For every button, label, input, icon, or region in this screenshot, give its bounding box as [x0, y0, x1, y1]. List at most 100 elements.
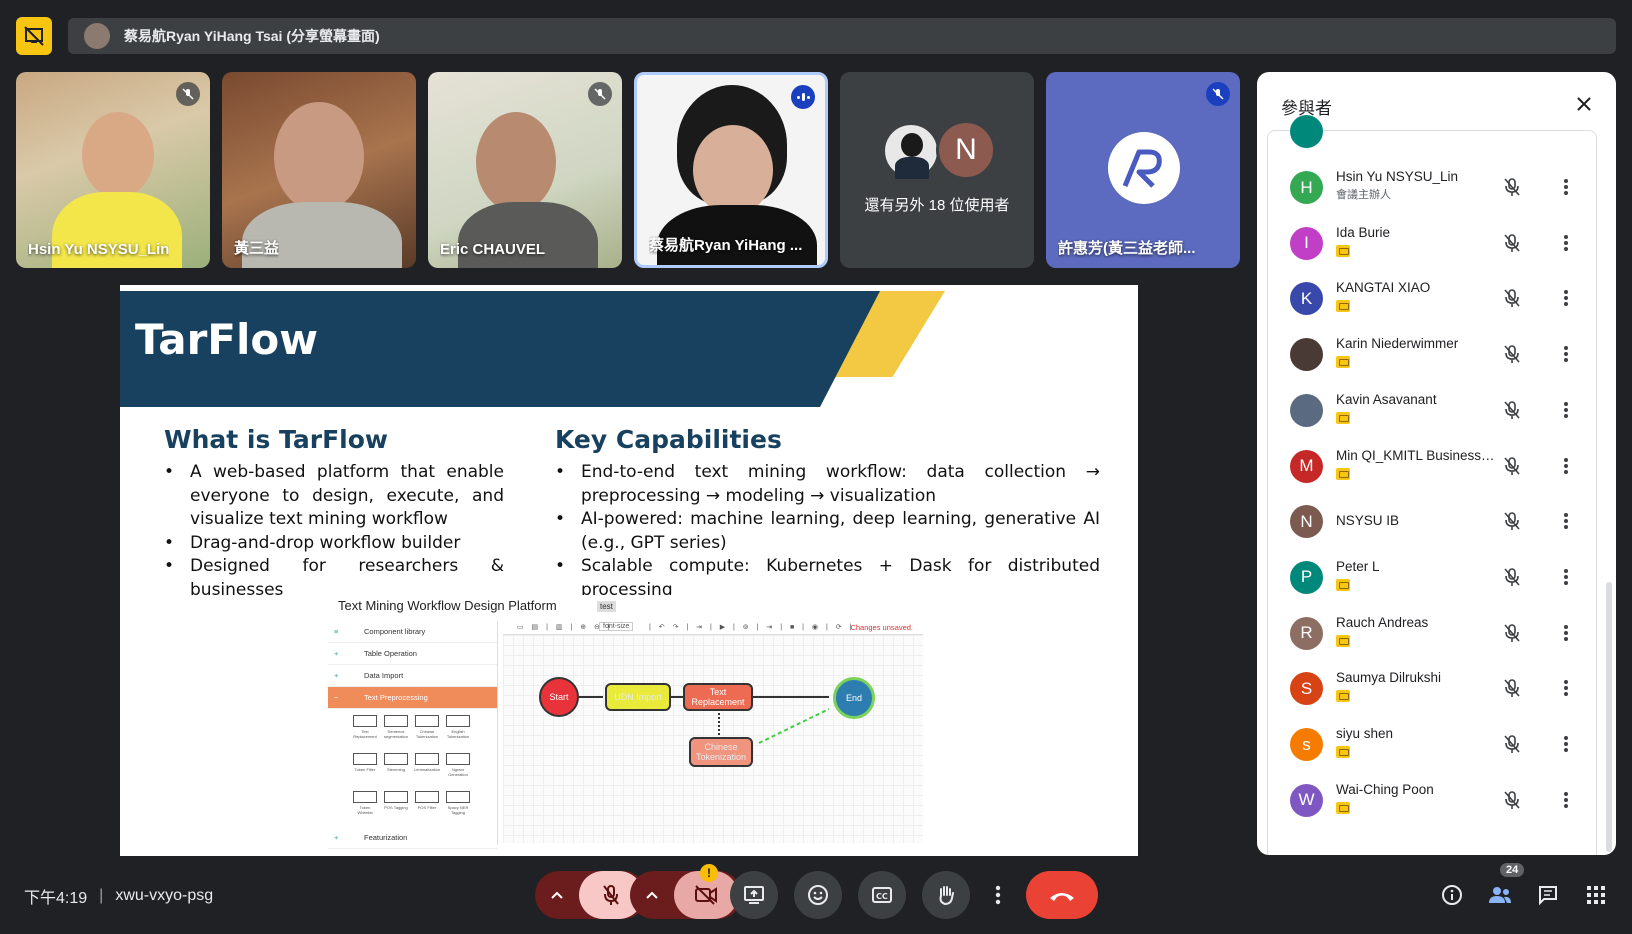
- participant-video: [274, 102, 364, 212]
- mockup-component: Chinese Tokenization: [414, 715, 440, 739]
- more-options-icon[interactable]: [1554, 621, 1578, 645]
- avatar: P: [1290, 560, 1323, 594]
- shared-screen-slide: TarFlow What is TarFlow A web-based plat…: [120, 285, 1138, 856]
- mockup-component: Token Filter: [352, 753, 378, 772]
- bullet-item: Drag-and-drop workflow builder: [164, 532, 504, 556]
- presenting-badge-icon: [1336, 356, 1350, 369]
- more-options-icon[interactable]: [1554, 175, 1578, 199]
- more-options-icon[interactable]: [1554, 342, 1578, 366]
- participant-video: [476, 112, 556, 212]
- participant-count-badge: 24: [1500, 863, 1525, 877]
- video-tile-others[interactable]: N 還有另外 18 位使用者: [840, 72, 1034, 268]
- raise-hand-button[interactable]: [922, 871, 970, 919]
- more-options-icon[interactable]: [1554, 565, 1578, 589]
- chevron-up-icon[interactable]: [630, 891, 674, 899]
- participant-avatar-letter: N: [936, 120, 996, 180]
- more-options-icon[interactable]: [1554, 454, 1578, 478]
- mockup-unsaved: Changes unsaved.: [850, 623, 913, 632]
- mockup-component: English Tokenization: [445, 715, 471, 739]
- mic-off-icon[interactable]: [1500, 565, 1524, 589]
- hang-up-button[interactable]: [1026, 871, 1098, 919]
- mockup-component-grid: Text Replacement Sentence segmentation Chi…: [328, 709, 497, 827]
- list-item[interactable]: P Peter L: [1268, 549, 1598, 605]
- list-item[interactable]: I Ida Burie: [1268, 215, 1598, 271]
- video-tile-hsin-yu[interactable]: Hsin Yu NSYSU_Lin: [16, 72, 210, 268]
- meeting-info: 下午4:19 | xwu-vxyo-psg: [24, 884, 213, 908]
- mic-off-icon[interactable]: [1500, 286, 1524, 310]
- mockup-sidebar-item: − Text Preprocessing: [328, 687, 497, 709]
- mockup-component: Lemmatization: [414, 753, 440, 772]
- more-options-icon[interactable]: [1554, 286, 1578, 310]
- mic-off-icon[interactable]: [1500, 231, 1524, 255]
- mockup-sidebar-item: + Table Operation: [328, 643, 497, 665]
- participant-role: 會議主辦人: [1336, 189, 1391, 201]
- video-tile-huang[interactable]: 黃三益: [222, 72, 416, 268]
- mic-off-icon[interactable]: [1500, 732, 1524, 756]
- list-item[interactable]: M Min QI_KMITL Business ...: [1268, 438, 1598, 494]
- present-screen-button[interactable]: [730, 871, 778, 919]
- participants-panel: 參與者 H Hsin Yu NSYSU_Lin 會議主辦人 I Ida Burie K KA…: [1257, 72, 1616, 855]
- participant-name: Karin Niederwimmer: [1336, 336, 1459, 352]
- people-icon[interactable]: [1485, 880, 1515, 910]
- camera-control: [630, 871, 742, 919]
- mic-off-icon[interactable]: [1500, 788, 1524, 812]
- mic-off-icon[interactable]: [1500, 342, 1524, 366]
- mic-off-icon[interactable]: [1500, 454, 1524, 478]
- list-item[interactable]: Karin Niederwimmer: [1268, 326, 1598, 382]
- list-item[interactable]: R Rauch Andreas: [1268, 605, 1598, 661]
- svg-text:CC: CC: [876, 892, 888, 901]
- participant-list[interactable]: H Hsin Yu NSYSU_Lin 會議主辦人 I Ida Burie K KANGTA…: [1267, 115, 1598, 855]
- captions-button[interactable]: CC: [858, 871, 906, 919]
- mockup-canvas: Start UDN Import Text Replacement End Ch…: [503, 635, 923, 843]
- video-tile-hsu[interactable]: 許惠芳(黃三益老師...: [1046, 72, 1240, 268]
- more-options-icon[interactable]: [1554, 788, 1578, 812]
- warning-badge: !: [700, 864, 718, 882]
- activities-grid-icon[interactable]: [1581, 880, 1611, 910]
- chevron-up-icon[interactable]: [535, 891, 579, 899]
- participant-name: NSYSU IB: [1336, 513, 1400, 529]
- info-icon[interactable]: [1437, 880, 1467, 910]
- list-item[interactable]: [1268, 103, 1598, 159]
- more-options-icon[interactable]: [1554, 732, 1578, 756]
- list-item[interactable]: s siyu shen: [1268, 716, 1598, 772]
- participant-name: Wai-Ching Poon: [1336, 781, 1434, 797]
- list-item[interactable]: Kavin Asavanant: [1268, 382, 1598, 438]
- list-item[interactable]: N NSYSU IB: [1268, 493, 1598, 549]
- list-item[interactable]: W Wai-Ching Poon: [1268, 772, 1598, 828]
- presentation-off-icon[interactable]: [16, 17, 52, 55]
- list-item[interactable]: H Hsin Yu NSYSU_Lin 會議主辦人: [1268, 159, 1598, 215]
- mockup-sidebar-item: ≡ Component library: [328, 621, 497, 643]
- avatar: W: [1290, 783, 1323, 817]
- mic-off-icon[interactable]: [1500, 621, 1524, 645]
- list-item[interactable]: K KANGTAI XIAO: [1268, 270, 1598, 326]
- chat-icon[interactable]: [1533, 880, 1563, 910]
- participant-name: siyu shen: [1336, 726, 1394, 741]
- emoji-button[interactable]: [794, 871, 842, 919]
- mic-off-icon[interactable]: [1500, 175, 1524, 199]
- avatar: S: [1290, 672, 1323, 706]
- participant-video: [82, 112, 154, 198]
- top-bar: 蔡易航Ryan YiHang Tsai (分享螢幕畫面): [16, 16, 1616, 56]
- more-options-icon[interactable]: [1554, 398, 1578, 422]
- tile-name: Hsin Yu NSYSU_Lin: [28, 241, 170, 258]
- video-tile-eric[interactable]: Eric CHAUVEL: [428, 72, 622, 268]
- list-item[interactable]: S Saumya Dilrukshi: [1268, 660, 1598, 716]
- participant-name: Saumya Dilrukshi: [1336, 670, 1442, 686]
- participant-name: Hsin Yu NSYSU_Lin: [1336, 169, 1459, 184]
- more-options-icon[interactable]: [1554, 231, 1578, 255]
- participant-video: [693, 125, 773, 215]
- more-options-icon[interactable]: [1554, 509, 1578, 533]
- presenting-badge-icon: [1336, 244, 1350, 257]
- more-options-icon[interactable]: [978, 871, 1018, 919]
- avatar: [1290, 115, 1323, 148]
- avatar: I: [1290, 226, 1323, 260]
- tile-name: 許惠芳(黃三益老師...: [1058, 240, 1196, 257]
- avatar: R: [1290, 616, 1323, 650]
- workflow-node-start: Start: [539, 677, 579, 717]
- mic-off-icon[interactable]: [1500, 509, 1524, 533]
- more-options-icon[interactable]: [1554, 676, 1578, 700]
- mic-off-icon[interactable]: [1500, 398, 1524, 422]
- scrollbar[interactable]: [1606, 582, 1612, 852]
- mic-off-icon[interactable]: [1500, 676, 1524, 700]
- video-tile-ryan[interactable]: 蔡易航Ryan YiHang ...: [634, 72, 828, 268]
